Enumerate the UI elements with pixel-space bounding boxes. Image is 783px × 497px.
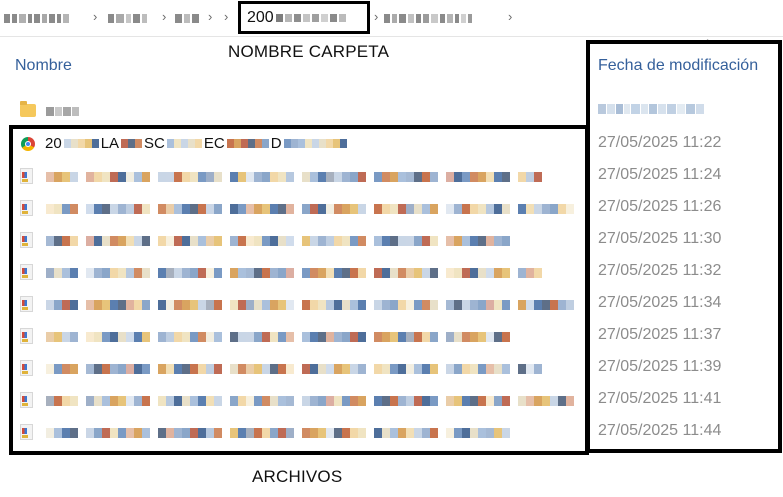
file-modified-date: 27/05/2025 11:26 bbox=[598, 198, 722, 215]
document-file-icon bbox=[20, 264, 33, 280]
file-modified-date: 27/05/2025 11:41 bbox=[598, 390, 722, 407]
file-modified-date: 27/05/2025 11:39 bbox=[598, 358, 722, 375]
current-folder-name: 200 bbox=[247, 8, 274, 26]
file-row[interactable] bbox=[14, 192, 589, 224]
file-name-redacted bbox=[46, 204, 574, 214]
folder-row[interactable] bbox=[14, 96, 584, 126]
breadcrumb-chevron-icon[interactable]: › bbox=[93, 9, 97, 24]
file-name-fragment: SC bbox=[144, 135, 165, 152]
file-row[interactable] bbox=[14, 288, 589, 320]
document-file-icon bbox=[20, 424, 33, 440]
breadcrumb-chevron-icon[interactable]: › bbox=[224, 9, 228, 24]
document-file-icon bbox=[20, 392, 33, 408]
chrome-icon bbox=[21, 137, 35, 151]
file-modified-date: 27/05/2025 11:34 bbox=[598, 294, 722, 311]
document-file-icon bbox=[20, 296, 33, 312]
file-name-redacted bbox=[46, 396, 574, 406]
document-file-icon bbox=[20, 360, 33, 376]
file-modified-date: 27/05/2025 11:30 bbox=[598, 230, 722, 247]
document-file-icon bbox=[20, 200, 33, 216]
file-name-fragment: EC bbox=[203, 135, 225, 152]
file-name-redacted bbox=[46, 364, 542, 374]
file-name-fragment: 20 bbox=[45, 135, 62, 152]
file-row[interactable] bbox=[14, 416, 589, 448]
document-file-icon bbox=[20, 168, 33, 184]
annotation-files: ARCHIVOS bbox=[252, 467, 343, 486]
file-name-redacted bbox=[46, 172, 542, 182]
file-row[interactable] bbox=[14, 384, 589, 416]
file-name-redacted bbox=[46, 268, 542, 278]
breadcrumb: › › › › 200 › › bbox=[0, 0, 783, 36]
file-name-redacted bbox=[46, 428, 510, 438]
file-modified-date: 27/05/2025 11:24 bbox=[598, 166, 722, 183]
file-name-redacted bbox=[63, 139, 99, 148]
column-header-name[interactable]: Nombre bbox=[15, 57, 72, 75]
breadcrumb-item-2[interactable] bbox=[108, 12, 147, 24]
file-row[interactable] bbox=[14, 160, 589, 192]
file-row[interactable] bbox=[14, 256, 589, 288]
address-bar-divider bbox=[0, 36, 783, 37]
file-modified-date: 27/05/2025 11:44 bbox=[598, 422, 722, 439]
file-name-redacted bbox=[46, 332, 510, 342]
document-file-icon bbox=[20, 232, 33, 248]
file-row[interactable] bbox=[14, 224, 589, 256]
file-name-fragment: D bbox=[270, 135, 282, 152]
breadcrumb-item-1[interactable] bbox=[4, 12, 69, 24]
breadcrumb-item-3[interactable] bbox=[175, 12, 199, 24]
file-name-redacted bbox=[121, 139, 143, 148]
current-folder-name-redacted bbox=[275, 13, 346, 22]
file-name-redacted bbox=[283, 139, 347, 148]
file-name: 20 LA SC EC D bbox=[45, 135, 349, 152]
file-name-redacted bbox=[166, 139, 202, 148]
file-name-redacted bbox=[46, 300, 574, 310]
breadcrumb-chevron-icon[interactable]: › bbox=[374, 9, 378, 24]
breadcrumb-chevron-icon[interactable]: › bbox=[508, 9, 512, 24]
folder-name-redacted bbox=[46, 107, 79, 116]
document-file-icon bbox=[20, 328, 33, 344]
file-name-redacted bbox=[46, 236, 510, 246]
file-row[interactable]: 20 LA SC EC D bbox=[14, 128, 589, 160]
folder-icon bbox=[20, 101, 36, 117]
breadcrumb-current-folder[interactable]: 200 bbox=[238, 1, 370, 34]
file-row[interactable] bbox=[14, 352, 589, 384]
annotation-folder-name: NOMBRE CARPETA bbox=[228, 42, 390, 61]
column-header-modified[interactable]: Fecha de modificación bbox=[598, 57, 758, 75]
breadcrumb-chevron-icon[interactable]: › bbox=[162, 9, 166, 24]
breadcrumb-chevron-icon[interactable]: › bbox=[208, 9, 212, 24]
file-modified-date: 27/05/2025 11:32 bbox=[598, 262, 722, 279]
file-modified-date: 27/05/2025 11:22 bbox=[598, 134, 722, 151]
file-name-redacted bbox=[226, 139, 269, 148]
folder-modified-redacted bbox=[598, 104, 704, 114]
file-row[interactable] bbox=[14, 320, 589, 352]
file-name-fragment: LA bbox=[100, 135, 120, 152]
file-modified-date: 27/05/2025 11:37 bbox=[598, 326, 722, 343]
breadcrumb-item-5[interactable] bbox=[384, 12, 472, 24]
